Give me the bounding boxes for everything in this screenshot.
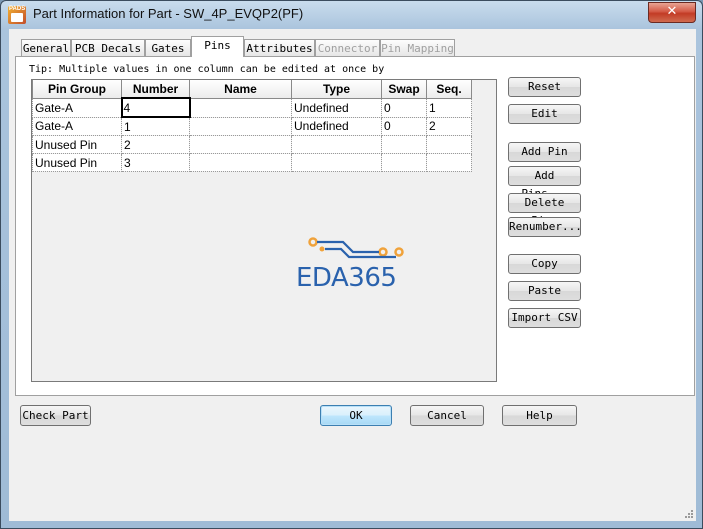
grid-header-row: Pin Group Number Name Type Swap Seq. xyxy=(32,80,472,99)
import-csv-button[interactable]: Import CSV xyxy=(508,308,581,328)
help-button[interactable]: Help xyxy=(502,405,577,426)
cell-pin-group[interactable]: Unused Pin xyxy=(32,135,122,154)
delete-pins-button[interactable]: Delete Pins xyxy=(508,193,581,227)
tip-text: Tip: Multiple values in one column can b… xyxy=(29,64,385,75)
circuit-trace-icon xyxy=(308,237,404,259)
tab-pcb-decals[interactable]: PCB Decals xyxy=(71,39,145,56)
col-header-pin-group[interactable]: Pin Group xyxy=(32,80,122,99)
cell-number[interactable]: 4 xyxy=(120,97,191,118)
col-header-type[interactable]: Type xyxy=(291,80,382,99)
add-pin-button[interactable]: Add Pin xyxy=(508,142,581,162)
cell-swap[interactable] xyxy=(381,153,427,172)
close-icon: ✕ xyxy=(666,4,678,19)
tab-pins[interactable]: Pins xyxy=(191,36,244,57)
cell-type[interactable]: Undefined xyxy=(291,116,382,136)
pads-app-icon: PADS xyxy=(8,6,26,24)
tab-gates[interactable]: Gates xyxy=(145,39,191,56)
col-header-swap[interactable]: Swap xyxy=(381,80,427,99)
cell-seq[interactable] xyxy=(426,153,472,172)
cell-name[interactable] xyxy=(189,153,292,172)
cell-name[interactable] xyxy=(189,97,292,118)
pins-grid[interactable]: Pin Group Number Name Type Swap Seq. Gat… xyxy=(32,80,472,172)
cell-name[interactable] xyxy=(189,116,292,136)
cell-pin-group[interactable]: Gate-A xyxy=(32,116,122,136)
reset-button[interactable]: Reset xyxy=(508,77,581,97)
cell-type[interactable] xyxy=(291,153,382,172)
cell-seq[interactable]: 1 xyxy=(426,97,472,118)
tab-general[interactable]: General xyxy=(21,39,71,56)
check-part-button[interactable]: Check Part xyxy=(20,405,91,426)
table-row[interactable]: Unused Pin 3 xyxy=(32,153,472,172)
table-row[interactable]: Unused Pin 2 xyxy=(32,135,472,154)
cell-name[interactable] xyxy=(189,135,292,154)
cell-swap[interactable] xyxy=(381,135,427,154)
cell-swap[interactable]: 0 xyxy=(381,97,427,118)
eda365-watermark: EDA365 xyxy=(296,233,411,305)
cell-seq[interactable] xyxy=(426,135,472,154)
close-button[interactable]: ✕ xyxy=(648,2,696,23)
col-header-seq[interactable]: Seq. xyxy=(426,80,472,99)
cell-pin-group[interactable]: Gate-A xyxy=(32,97,122,118)
table-row[interactable]: Gate-A 4 Undefined 0 1 xyxy=(32,97,472,118)
cell-number[interactable]: 3 xyxy=(121,153,190,172)
cell-pin-group[interactable]: Unused Pin xyxy=(32,153,122,172)
cell-number[interactable]: 2 xyxy=(121,135,190,154)
tab-attributes[interactable]: Attributes xyxy=(244,39,315,56)
renumber-button[interactable]: Renumber... xyxy=(508,217,582,237)
col-header-number[interactable]: Number xyxy=(121,80,190,99)
dialog-client-area: General PCB Decals Gates Pins Attributes… xyxy=(9,29,696,521)
cell-swap[interactable]: 0 xyxy=(381,116,427,136)
title-bar[interactable]: PADS Part Information for Part - SW_4P_E… xyxy=(1,1,702,29)
cell-seq[interactable]: 2 xyxy=(426,116,472,136)
copy-button[interactable]: Copy xyxy=(508,254,581,274)
cancel-button[interactable]: Cancel xyxy=(410,405,484,426)
tab-pin-mapping: Pin Mapping xyxy=(380,39,455,56)
cell-number[interactable]: 1 xyxy=(121,116,190,136)
ok-button[interactable]: OK xyxy=(320,405,392,426)
dialog-window: PADS Part Information for Part - SW_4P_E… xyxy=(0,0,703,529)
edit-button[interactable]: Edit xyxy=(508,104,581,124)
watermark-text: EDA365 xyxy=(296,263,397,293)
window-title: Part Information for Part - SW_4P_EVQP2(… xyxy=(33,6,304,21)
paste-button[interactable]: Paste xyxy=(508,281,581,301)
tab-connector: Connector xyxy=(315,39,380,56)
add-pins-button[interactable]: Add Pins... xyxy=(508,166,581,200)
cell-type[interactable]: Undefined xyxy=(291,97,382,118)
col-header-name[interactable]: Name xyxy=(189,80,292,99)
table-row[interactable]: Gate-A 1 Undefined 0 2 xyxy=(32,116,472,136)
cell-type[interactable] xyxy=(291,135,382,154)
resize-grip-icon[interactable] xyxy=(684,509,694,519)
